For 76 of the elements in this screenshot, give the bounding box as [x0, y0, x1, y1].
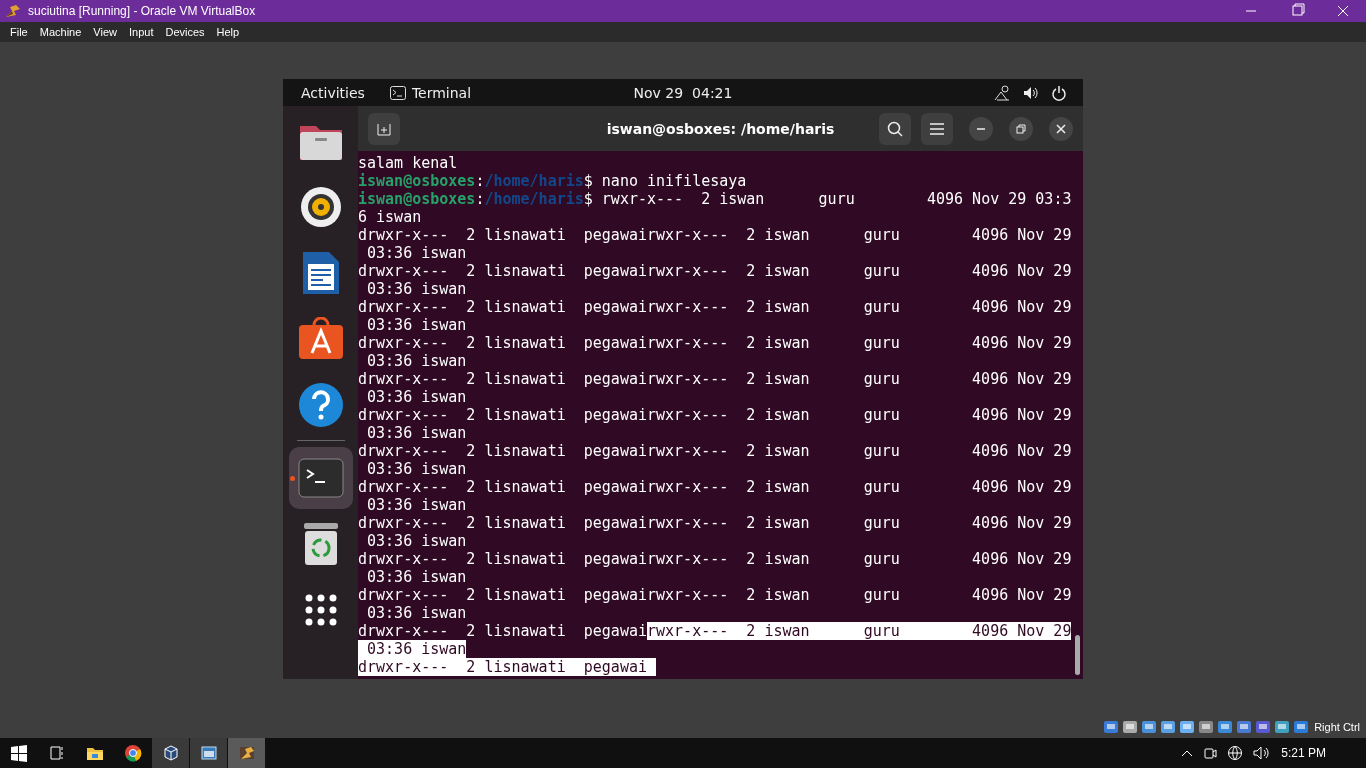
terminal-line: drwxr-x--- 2 lisnawati pegawairwxr-x--- 2 iswan guru 4096 Nov 29	[358, 622, 1072, 640]
restore-button[interactable]	[1009, 116, 1033, 141]
terminal-line: drwxr-x--- 2 lisnawati pegawairwxr-x--- 2 iswan guru 4096 Nov 29	[358, 262, 1072, 280]
host-key-label: Right Ctrl	[1314, 721, 1360, 733]
document-icon[interactable]	[300, 250, 341, 296]
menu-item[interactable]: Devices	[159, 26, 211, 38]
chevron-up-icon[interactable]	[1181, 749, 1194, 757]
terminal-icon	[389, 85, 406, 100]
bag-icon[interactable]	[297, 317, 344, 361]
taskbar-clock[interactable]: 5:21 PM	[1281, 746, 1326, 760]
terminal-line: drwxr-x--- 2 lisnawati pegawairwxr-x--- 2 iswan guru 4096 Nov 29	[358, 370, 1072, 388]
power-icon[interactable]	[1051, 84, 1067, 101]
menu-icon	[930, 122, 944, 135]
terminal-line: drwxr-x--- 2 lisnawati pegawairwxr-x--- 2 iswan guru 4096 Nov 29	[358, 478, 1072, 496]
cube-icon	[161, 744, 180, 762]
terminal-line: 03:36 iswan	[366, 424, 467, 442]
close-button[interactable]	[1049, 116, 1073, 141]
menu-item[interactable]: Machine	[33, 26, 88, 38]
minimize-icon	[977, 127, 985, 130]
new-tab-button[interactable]	[368, 112, 400, 145]
window-icon	[199, 744, 218, 762]
minimize-button[interactable]	[969, 116, 993, 141]
terminal-line: drwxr-x--- 2 lisnawati pegawairwxr-x--- 2 iswan guru 4096 Nov 29	[358, 226, 1072, 244]
menu-item[interactable]: Help	[210, 26, 246, 38]
browser-icon	[123, 744, 142, 762]
virtualbox-icon	[4, 3, 22, 19]
volume-icon[interactable]	[1253, 746, 1272, 760]
terminal-line: drwxr-x--- 2 lisnawati pegawairwxr-x--- 2 iswan guru 4096 Nov 29	[358, 334, 1072, 352]
terminal-line: 03:36 iswan	[366, 280, 467, 298]
taskbar-button[interactable]	[190, 738, 227, 768]
speaker-icon[interactable]	[298, 185, 343, 229]
terminal-line: 03:36 iswan	[366, 568, 467, 586]
terminal-line: 03:36 iswan	[366, 604, 467, 622]
terminal-line: 03:36 iswan	[366, 388, 467, 406]
terminal-line: drwxr-x--- 2 lisnawati pegawairwxr-x--- 2 iswan guru 4096 Nov 29	[358, 586, 1072, 604]
taskbar-button[interactable]	[152, 738, 189, 768]
terminal-line: drwxr-x--- 2 lisnawati pegawairwxr-x--- 2 iswan guru 4096 Nov 29	[358, 514, 1072, 532]
terminal-line: 03:36 iswan	[366, 496, 467, 514]
terminal-line: 03:36 iswan	[366, 352, 467, 370]
running-dot	[289, 476, 295, 481]
activities-button[interactable]: Activities	[301, 84, 365, 101]
terminal-line: drwxr-x--- 2 lisnawati pegawairwxr-x--- 2 iswan guru 4096 Nov 29	[358, 550, 1072, 568]
accessibility-network-icon[interactable]	[993, 83, 1011, 102]
windows-logo-icon	[9, 744, 28, 762]
menu-button[interactable]	[921, 112, 953, 145]
restore-icon	[1016, 123, 1026, 134]
virtual-machine-icon	[237, 744, 256, 762]
scrollbar[interactable]	[1075, 635, 1080, 675]
window-title: suciutina [Running] - Oracle VM VirtualBox	[28, 4, 256, 18]
terminal-line: 03:36 iswan	[366, 532, 467, 550]
task-view-icon	[47, 744, 66, 762]
app-grid-icon[interactable]	[304, 594, 337, 626]
menu-item[interactable]: Input	[122, 26, 160, 38]
clock[interactable]: Nov 29 04:21	[633, 84, 733, 101]
terminal-line: drwxr-x--- 2 lisnawati pegawairwxr-x--- 2 iswan guru 4096 Nov 29	[358, 442, 1072, 460]
menu-item[interactable]: File	[4, 26, 34, 38]
terminal-line: iswan@osboxes:/home/haris$ rwxr-x--- 2 iswan guru 4096 Nov 29 03:3	[358, 190, 1072, 208]
help-icon[interactable]	[297, 382, 344, 428]
camera-icon[interactable]	[1203, 746, 1218, 760]
search-button[interactable]	[879, 112, 911, 145]
terminal-line: 6 iswan	[358, 208, 422, 226]
close-icon	[1056, 123, 1066, 134]
terminal-line: iswan@osboxes:/home/haris$ nano inifilesaya	[358, 172, 747, 190]
app-menu-label[interactable]: Terminal	[411, 84, 472, 101]
globe-icon[interactable]	[1227, 745, 1244, 761]
window-title: iswan@osboxes: /home/haris	[606, 120, 835, 137]
search-icon	[886, 119, 904, 138]
terminal-line: salam kenal	[358, 154, 458, 172]
terminal-line: 03:36 iswan	[366, 460, 467, 478]
terminal-line: 03:36 iswan	[366, 316, 467, 334]
trash-icon[interactable]	[301, 521, 340, 567]
terminal-line: drwxr-x--- 2 lisnawati pegawairwxr-x--- 2 iswan guru 4096 Nov 29	[358, 298, 1072, 316]
menu-item[interactable]: View	[87, 26, 123, 38]
terminal-line: 03:36 iswan	[366, 244, 467, 262]
terminal-line: drwxr-x--- 2 lisnawati pegawairwxr-x--- 2 iswan guru 4096 Nov 29	[358, 406, 1072, 424]
terminal-icon[interactable]	[297, 458, 344, 498]
